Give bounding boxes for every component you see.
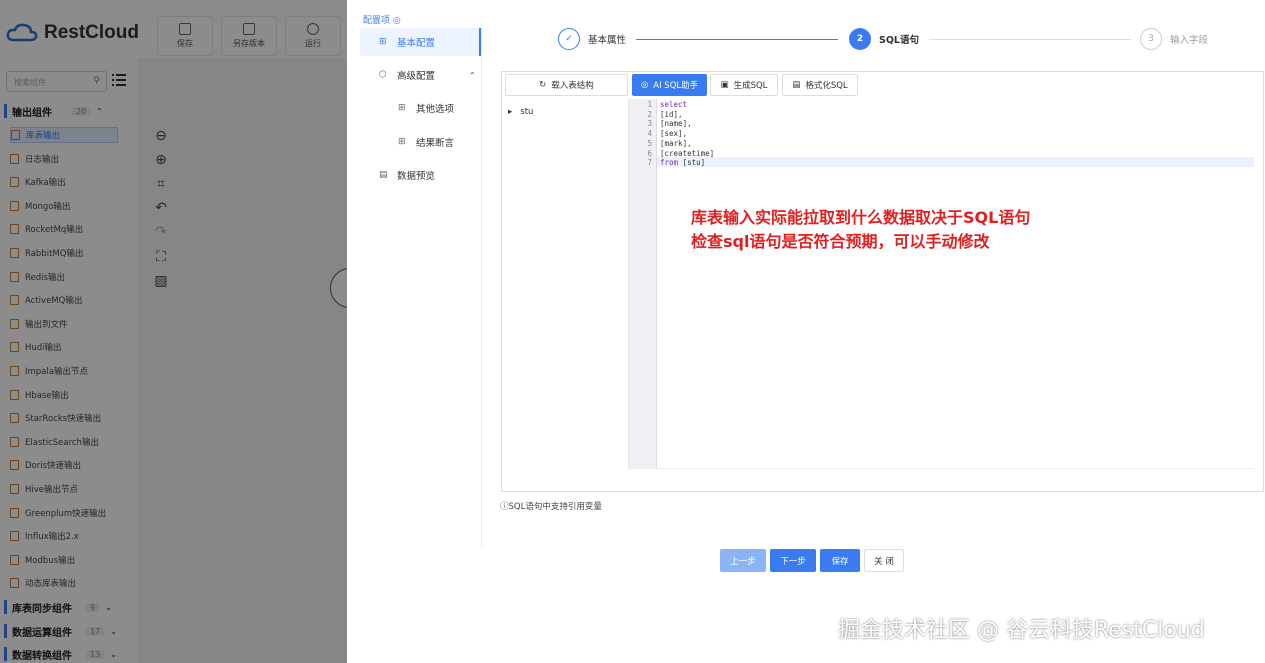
line-number-gutter: 1234567 — [629, 99, 657, 469]
nav-label: 数据预览 — [397, 171, 436, 182]
grid-icon: ⊞ — [398, 137, 406, 147]
modal-overlay[interactable] — [0, 0, 347, 663]
config-drawer: 配置项 ◎ ⊞ 基本配置 ⬡ 高级配置 ⌃ ⊞ 其他选项 ⊞ 结果断言 ▤ 数据预览 ✓ 基本… — [347, 0, 1265, 663]
code-line: from [stu] — [660, 158, 706, 168]
step-number: 2 — [849, 28, 871, 50]
cube-icon: ⬡ — [379, 70, 387, 80]
step-basic-props: ✓ 基本属性 — [558, 28, 626, 50]
refresh-icon: ↻ — [539, 80, 547, 90]
step-sql: 2 SQL语句 — [849, 28, 919, 50]
nav-label: 其他选项 — [416, 104, 455, 115]
ai-sql-assistant-button[interactable]: ◎ AI SQL助手 — [632, 74, 707, 96]
help-icon: ⓘ — [500, 502, 509, 512]
chevron-up-icon: ⌃ — [469, 70, 476, 80]
background-app: RestCloud 保存 另存版本 运行 搜索组件 ⚲ 输出组件 20 ⌃ 库表输出日… — [0, 0, 347, 663]
step-connector — [929, 39, 1131, 40]
settings-icon: ◎ — [392, 16, 401, 26]
caret-right-icon: ▸ — [508, 107, 513, 117]
next-step-button[interactable]: 下一步 — [770, 549, 816, 572]
step-connector — [636, 39, 838, 40]
nav-other-options[interactable]: ⊞ 其他选项 — [360, 94, 481, 122]
nav-basic-config[interactable]: ⊞ 基本配置 — [360, 28, 481, 56]
code-line: [sex], — [660, 129, 688, 139]
variable-hint: ⓘSQL语句中支持引用变量 — [500, 502, 602, 512]
line-number: 7 — [647, 158, 652, 168]
line-number: 2 — [647, 109, 652, 119]
generate-sql-button[interactable]: ▣ 生成SQL — [710, 74, 778, 96]
config-title: 配置项 ◎ — [363, 16, 401, 26]
code-line: select — [660, 100, 688, 109]
format-icon: ▤ — [792, 80, 801, 90]
step-label: 基本属性 — [588, 35, 627, 46]
nav-label: 高级配置 — [397, 71, 436, 82]
step-label: 输入字段 — [1170, 35, 1209, 46]
line-number: 1 — [647, 100, 652, 109]
annotation-line: 库表输入实际能拉取到什么数据取决于SQL语句 — [691, 208, 1031, 227]
check-icon: ✓ — [558, 28, 580, 50]
code-line: [createtime] — [660, 148, 715, 158]
nav-label: 结果断言 — [416, 138, 455, 149]
prev-step-button[interactable]: 上一步 — [720, 549, 766, 572]
step-input-fields: 3 输入字段 — [1140, 28, 1208, 50]
nav-result-assertion[interactable]: ⊞ 结果断言 — [360, 128, 481, 156]
close-button[interactable]: 关 闭 — [864, 549, 904, 572]
code-line: [name], — [660, 119, 692, 129]
line-number: 6 — [647, 148, 652, 158]
table-icon: ▤ — [379, 170, 388, 180]
format-sql-button[interactable]: ▤ 格式化SQL — [782, 74, 858, 96]
step-label: SQL语句 — [879, 35, 919, 46]
nav-advanced-config[interactable]: ⬡ 高级配置 ⌃ — [360, 61, 481, 89]
grid-icon: ⊞ — [398, 103, 406, 113]
nav-data-preview[interactable]: ▤ 数据预览 — [360, 161, 481, 189]
watermark: 掘金技术社区 @ 谷云科技RestCloud — [838, 618, 1205, 643]
line-number: 5 — [647, 138, 652, 148]
table-tree-item[interactable]: ▸ stu — [508, 107, 533, 117]
nav-label: 基本配置 — [397, 38, 436, 49]
grid-icon: ⊞ — [379, 37, 387, 47]
load-table-structure-button[interactable]: ↻ 载入表结构 — [505, 74, 628, 96]
code-line: [mark], — [660, 138, 692, 148]
annotation-line: 检查sql语句是否符合预期，可以手动修改 — [691, 232, 990, 251]
annotation-text: 库表输入实际能拉取到什么数据取决于SQL语句 检查sql语句是否符合预期，可以手… — [691, 206, 1030, 254]
nav-divider — [481, 28, 482, 548]
code-line: [id], — [660, 109, 683, 119]
line-number: 3 — [647, 119, 652, 129]
ai-icon: ◎ — [640, 80, 649, 90]
save-button[interactable]: 保存 — [820, 549, 860, 572]
line-number: 4 — [647, 129, 652, 139]
step-number: 3 — [1140, 28, 1162, 50]
terminal-icon: ▣ — [720, 80, 729, 90]
sql-code-editor[interactable]: select [id], [name], [sex], [mark], [createti… — [657, 99, 1254, 469]
current-line-highlight — [657, 157, 1254, 167]
